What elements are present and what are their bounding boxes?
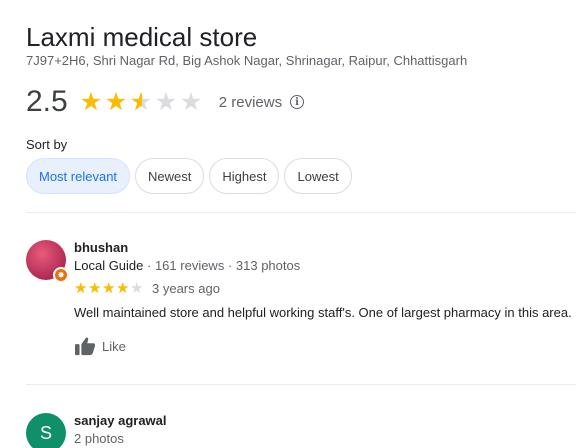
sort-chip-highest[interactable]: Highest bbox=[209, 158, 280, 194]
divider bbox=[26, 212, 576, 213]
meta-separator: · bbox=[224, 258, 236, 273]
review-author[interactable]: bhushan bbox=[74, 240, 128, 255]
sort-chip-lowest[interactable]: Lowest bbox=[284, 158, 352, 194]
star-icon: ★ ★ bbox=[74, 280, 88, 297]
review-author-meta: Local Guide · 161 reviews · 313 photos bbox=[74, 258, 300, 273]
star-icon: ★ ★ bbox=[116, 280, 130, 297]
like-label: Like bbox=[102, 338, 126, 354]
star-empty-icon: ★ bbox=[179, 87, 203, 116]
like-button[interactable]: Like bbox=[74, 336, 126, 356]
star-empty-icon: ★ bbox=[130, 280, 144, 297]
thumbs-up-icon bbox=[75, 337, 96, 356]
star-empty-icon: ★ bbox=[154, 87, 178, 116]
place-title: Laxmi medical store bbox=[26, 22, 258, 52]
avatar[interactable]: S bbox=[26, 413, 66, 448]
author-review-count: 161 reviews bbox=[154, 258, 225, 273]
star-icon: ★ ★ bbox=[79, 87, 103, 116]
rating-summary: 2.5 ★ ★ ★ ★ ★ ★ ★ ★ 2 reviews i bbox=[26, 85, 305, 118]
author-photo-count: 2 photos bbox=[74, 431, 124, 446]
sort-label: Sort by bbox=[26, 137, 68, 152]
divider bbox=[26, 384, 576, 385]
review-stars: ★ ★ ★ ★ ★ ★ ★ ★ ★ bbox=[74, 281, 144, 296]
star-icon: ★ ★ bbox=[102, 280, 116, 297]
sort-chip-most-relevant[interactable]: Most relevant bbox=[26, 158, 131, 194]
avatar[interactable]: ✸ bbox=[26, 240, 69, 283]
review-rating: ★ ★ ★ ★ ★ ★ ★ ★ ★ 3 years ago bbox=[74, 281, 220, 296]
star-half-icon: ★ ★ bbox=[129, 87, 153, 116]
rating-value: 2.5 bbox=[26, 85, 68, 118]
sort-chips: Most relevant Newest Highest Lowest bbox=[26, 158, 352, 194]
meta-separator: · bbox=[143, 258, 155, 273]
local-guide-label: Local Guide bbox=[74, 258, 144, 273]
review-author[interactable]: sanjay agrawal bbox=[74, 413, 167, 428]
review-time: 3 years ago bbox=[152, 281, 220, 296]
rating-stars: ★ ★ ★ ★ ★ ★ ★ ★ bbox=[79, 87, 205, 116]
star-icon: ★ ★ bbox=[104, 87, 128, 116]
info-icon[interactable]: i bbox=[290, 95, 305, 109]
review-count[interactable]: 2 reviews bbox=[219, 94, 282, 111]
author-photo-count: 313 photos bbox=[235, 258, 301, 273]
review-text: Well maintained store and helpful workin… bbox=[74, 305, 572, 320]
local-guide-badge-icon: ✸ bbox=[53, 267, 69, 283]
star-icon: ★ ★ bbox=[88, 280, 102, 297]
place-address: 7J97+2H6, Shri Nagar Rd, Big Ashok Nagar… bbox=[26, 53, 468, 68]
sort-chip-newest[interactable]: Newest bbox=[135, 158, 205, 194]
